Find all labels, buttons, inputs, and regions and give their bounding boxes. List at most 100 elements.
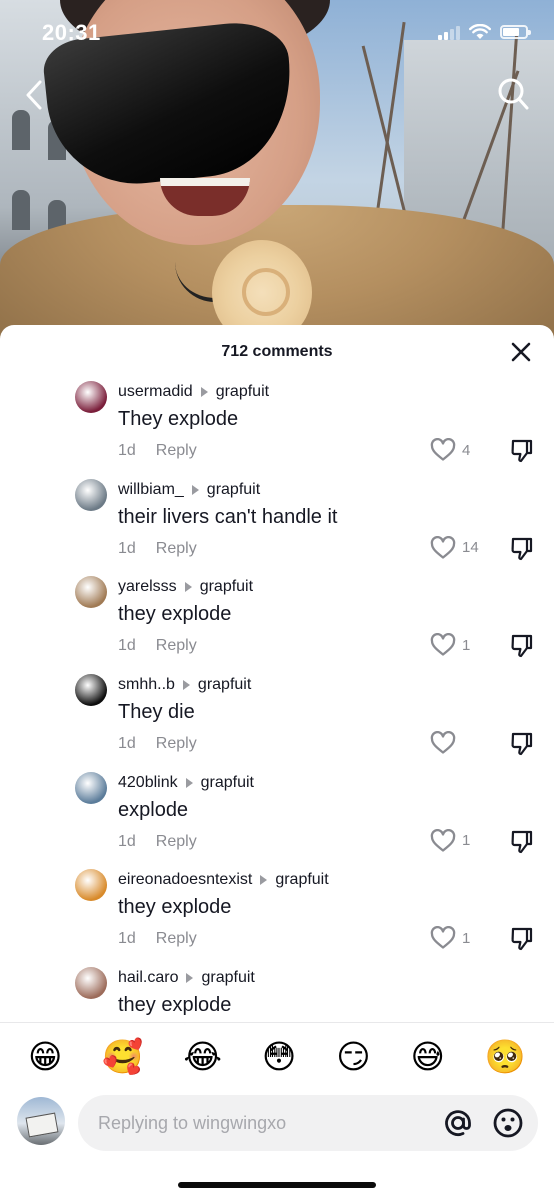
- like-count: 1: [462, 636, 471, 654]
- reply-arrow-icon: [186, 973, 194, 984]
- comment-item[interactable]: yarelsss grapfuit they explode 1d Reply 1: [0, 572, 554, 670]
- comment-username[interactable]: eireonadoesntexist: [118, 871, 252, 889]
- comments-sheet: 712 comments usermadid grapfuit They explo…: [0, 325, 554, 1200]
- comment-item[interactable]: hail.caro grapfuit they explode: [0, 963, 554, 1022]
- reply-arrow-icon: [200, 387, 208, 397]
- reply-button[interactable]: Reply: [156, 930, 197, 948]
- commenter-avatar[interactable]: [75, 381, 107, 413]
- comment-meta: 1d Reply: [118, 735, 197, 753]
- comment-input-row: Replying to wingwingxo: [0, 1093, 554, 1157]
- comment-time: 1d: [118, 930, 136, 948]
- commenter-avatar[interactable]: [75, 869, 107, 902]
- comment-text: they explode: [118, 603, 232, 626]
- commenter-avatar[interactable]: [75, 674, 107, 707]
- close-icon[interactable]: [510, 341, 532, 363]
- comment-item[interactable]: smhh..b grapfuit They die 1d Reply: [0, 670, 554, 768]
- comment-time: 1d: [118, 637, 136, 655]
- dislike-icon[interactable]: [510, 438, 534, 464]
- reply-to-username[interactable]: grapfuit: [207, 481, 260, 499]
- battery-icon: [500, 25, 531, 39]
- comment-input[interactable]: Replying to wingwingxo: [78, 1095, 538, 1151]
- quick-emoji[interactable]: 🥺: [485, 1040, 526, 1073]
- comment-username[interactable]: smhh..b: [118, 676, 175, 694]
- video-background: [0, 0, 554, 345]
- commenter-avatar[interactable]: [75, 576, 107, 609]
- like-button[interactable]: 14: [430, 535, 479, 560]
- quick-emoji[interactable]: 😅: [411, 1040, 445, 1073]
- comment-username-line: willbiam_ grapfuit: [118, 481, 260, 499]
- reply-button[interactable]: Reply: [156, 442, 197, 460]
- back-icon[interactable]: [20, 78, 48, 112]
- comments-header: 712 comments: [0, 325, 554, 377]
- comment-username[interactable]: 420blink: [118, 774, 178, 792]
- reply-to-username[interactable]: grapfuit: [216, 383, 269, 401]
- dislike-icon[interactable]: [510, 633, 534, 659]
- commenter-avatar[interactable]: [75, 771, 107, 804]
- comment-time: 1d: [118, 735, 136, 753]
- comment-text: They explode: [118, 408, 239, 430]
- like-button[interactable]: 1: [430, 828, 471, 853]
- comment-count: 712 comments: [221, 343, 333, 360]
- heart-icon: [430, 535, 456, 560]
- home-indicator[interactable]: [178, 1182, 376, 1188]
- cellular-signal-icon: [438, 24, 460, 40]
- quick-emoji[interactable]: 😂: [183, 1040, 222, 1073]
- quick-emoji[interactable]: 😳: [262, 1040, 296, 1073]
- heart-icon: [430, 633, 456, 657]
- comment-meta: 1d Reply: [118, 833, 197, 851]
- reply-arrow-icon: [185, 777, 193, 788]
- comment-username[interactable]: hail.caro: [118, 969, 178, 987]
- reply-to-username[interactable]: grapfuit: [201, 969, 254, 987]
- reply-arrow-icon: [191, 484, 199, 495]
- commenter-avatar[interactable]: [75, 967, 107, 1000]
- quick-emoji[interactable]: 😏: [336, 1040, 370, 1073]
- commenter-avatar[interactable]: [75, 478, 107, 511]
- comment-username[interactable]: willbiam_: [118, 481, 184, 499]
- dislike-icon[interactable]: [510, 926, 534, 952]
- comment-meta: 1d Reply: [118, 637, 197, 655]
- reply-to-username[interactable]: grapfuit: [201, 774, 254, 792]
- my-avatar: [17, 1097, 65, 1145]
- like-button[interactable]: [430, 731, 462, 755]
- status-time: 20:31: [42, 20, 101, 45]
- comment-text: They die: [118, 701, 195, 724]
- search-icon[interactable]: [496, 76, 530, 112]
- comment-username[interactable]: yarelsss: [118, 578, 177, 596]
- reply-button[interactable]: Reply: [156, 637, 197, 655]
- comment-item[interactable]: usermadid grapfuit They explode 1d Reply 4: [0, 377, 554, 475]
- mention-icon[interactable]: [442, 1107, 474, 1139]
- comment-item[interactable]: 420blink grapfuit explode 1d Reply 1: [0, 768, 554, 866]
- like-button[interactable]: 1: [430, 926, 470, 950]
- heart-icon: [430, 926, 456, 950]
- comment-time: 1d: [118, 539, 136, 557]
- like-button[interactable]: 4: [430, 438, 470, 462]
- reply-button[interactable]: Reply: [156, 833, 197, 851]
- dislike-icon[interactable]: [510, 536, 534, 562]
- comment-username[interactable]: usermadid: [118, 383, 193, 401]
- comment-list[interactable]: usermadid grapfuit They explode 1d Reply 4 wil…: [0, 377, 554, 1022]
- comment-username-line: smhh..b grapfuit: [118, 676, 251, 694]
- reply-button[interactable]: Reply: [156, 540, 197, 558]
- reply-arrow-icon: [184, 582, 192, 593]
- heart-icon: [430, 731, 456, 755]
- comment-text: their livers can't handle it: [118, 505, 338, 528]
- emoji-picker-icon[interactable]: [492, 1107, 524, 1139]
- reply-to-username[interactable]: grapfuit: [198, 676, 251, 694]
- reply-to-username[interactable]: grapfuit: [200, 578, 253, 596]
- heart-icon: [430, 438, 456, 462]
- like-button[interactable]: 1: [430, 633, 470, 657]
- reply-arrow-icon: [260, 875, 268, 886]
- comment-input-placeholder: Replying to wingwingxo: [98, 1113, 287, 1133]
- reply-button[interactable]: Reply: [156, 735, 197, 753]
- comment-item[interactable]: eireonadoesntexist grapfuit they explode 1d…: [0, 865, 554, 963]
- comment-item[interactable]: willbiam_ grapfuit their livers can't hand…: [0, 475, 554, 573]
- like-count: 1: [462, 832, 471, 850]
- comment-time: 1d: [118, 832, 136, 850]
- comment-text: they explode: [118, 994, 232, 1017]
- dislike-icon[interactable]: [510, 731, 534, 757]
- dislike-icon[interactable]: [510, 829, 534, 855]
- reply-to-username[interactable]: grapfuit: [275, 871, 328, 889]
- comment-username-line: eireonadoesntexist grapfuit: [118, 871, 329, 889]
- quick-emoji[interactable]: 🥰: [102, 1040, 143, 1073]
- quick-emoji[interactable]: 😁: [28, 1040, 62, 1073]
